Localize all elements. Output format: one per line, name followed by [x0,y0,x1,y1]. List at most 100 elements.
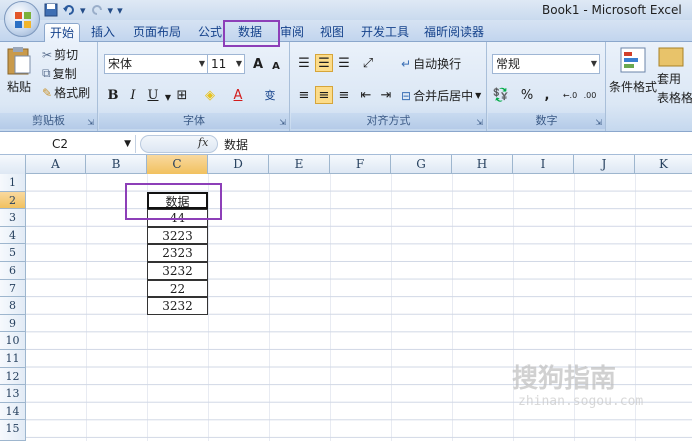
increase-decimal-button[interactable]: ←.0 [560,86,580,104]
conditional-formatting-button[interactable]: 条件格式 [609,46,657,95]
italic-button[interactable]: I [124,86,142,104]
shrink-font-button[interactable]: A [267,57,285,75]
row-header-9[interactable]: 9 [0,314,26,333]
align-right-icon[interactable]: ≡ [335,86,353,104]
column-header-d[interactable]: D [208,155,269,174]
brush-icon: ✎ [42,85,53,100]
number-launcher-icon[interactable]: ⇲ [595,118,602,127]
phonetic-button[interactable]: 变 [261,86,279,104]
watermark-url: zhinan.sogou.com [518,394,644,409]
cell-c4[interactable]: 3223 [147,226,208,245]
align-middle-icon[interactable]: ☰ [315,54,333,72]
paste-button[interactable]: 粘贴 [6,46,32,95]
column-header-e[interactable]: E [269,155,330,174]
column-header-a[interactable]: A [26,155,86,174]
cell-c8[interactable]: 3232 [147,297,208,315]
row-header-3[interactable]: 3 [0,209,26,227]
merge-center-button[interactable]: ⊟ 合并后居中 ▼ [401,87,481,104]
redo-dropdown[interactable]: ▾ [108,4,114,17]
conditional-formatting-label: 条件格式 [609,80,658,94]
cut-button[interactable]: ✂ 剪切 [42,46,78,63]
font-size-combo[interactable]: 11 ▼ [207,54,245,74]
align-bottom-icon[interactable]: ☰ [335,54,353,72]
styles-group: 条件格式 套用 表格格 [607,42,692,131]
cell-c7[interactable]: 22 [147,279,208,298]
row-header-6[interactable]: 6 [0,262,26,280]
border-icon[interactable]: ⊞ [173,86,191,104]
cell-c5[interactable]: 2323 [147,244,208,262]
format-as-table-button[interactable]: 套用 表格格 [657,46,692,106]
undo-icon[interactable] [62,3,76,17]
row-header-5[interactable]: 5 [0,244,26,262]
tab-insert[interactable]: 插入 [88,23,118,42]
font-launcher-icon[interactable]: ⇲ [279,118,286,127]
row-header-1[interactable]: 1 [0,174,26,192]
column-header-k[interactable]: K [635,155,692,174]
cell-c6[interactable]: 3232 [147,262,208,280]
row-header-8[interactable]: 8 [0,297,26,315]
bold-button[interactable]: B [104,86,122,104]
office-button[interactable] [4,1,40,37]
comma-button[interactable]: , [538,86,556,104]
row-header-10[interactable]: 10 [0,332,26,350]
copy-button[interactable]: ⧉ 复制 [42,65,77,82]
row-header-4[interactable]: 4 [0,226,26,245]
number-format-combo[interactable]: 常规 ▼ [492,54,600,74]
align-center-icon[interactable]: ≡ [315,86,333,104]
save-icon[interactable] [44,3,58,17]
row-header-7[interactable]: 7 [0,279,26,298]
chevron-down-icon: ▼ [124,139,131,149]
column-header-i[interactable]: I [513,155,574,174]
format-painter-button[interactable]: ✎ 格式刷 [42,84,90,101]
row-header-11[interactable]: 11 [0,350,26,368]
column-header-c[interactable]: C [147,155,208,174]
column-header-b[interactable]: B [86,155,147,174]
tab-review[interactable]: 审阅 [277,23,307,42]
redo-icon[interactable] [90,3,104,17]
fill-color-icon[interactable]: ◈ [201,86,219,104]
customize-qat-button[interactable]: ▾ [117,4,123,17]
tab-page-layout[interactable]: 页面布局 [130,23,184,42]
row-header-2[interactable]: 2 [0,191,26,210]
orientation-icon[interactable]: ⤢ [359,54,377,72]
grow-font-button[interactable]: A [249,55,267,73]
select-all-corner[interactable] [0,155,26,174]
column-header-f[interactable]: F [330,155,391,174]
formula-input[interactable]: 数据 [224,136,248,153]
percent-button[interactable]: % [518,86,536,104]
column-header-j[interactable]: J [574,155,635,174]
row-header-15[interactable]: 15 [0,420,26,441]
increase-indent-icon[interactable]: ⇥ [377,86,395,104]
shrink-font-label: A [272,60,280,72]
tab-home[interactable]: 开始 [44,23,80,42]
row-header-13[interactable]: 13 [0,385,26,403]
font-name-combo[interactable]: 宋体 ▼ [104,54,208,74]
row-header-14[interactable]: 14 [0,402,26,421]
column-header-h[interactable]: H [452,155,513,174]
align-top-icon[interactable]: ☰ [295,54,313,72]
font-color-icon[interactable]: A [229,86,247,104]
row-header-12[interactable]: 12 [0,367,26,386]
currency-icon[interactable]: 💱 [492,86,510,104]
clipboard-launcher-icon[interactable]: ⇲ [87,118,94,127]
cell-c2-highlight [125,183,222,220]
column-header-g[interactable]: G [391,155,452,174]
decrease-decimal-button[interactable]: .00 [580,86,600,104]
decrease-indent-icon[interactable]: ⇤ [357,86,375,104]
number-group: 常规 ▼ 💱 % , ←.0 .00 数字 ⇲ [488,42,606,131]
chevron-down-icon: ▼ [590,59,597,68]
tab-foxit-reader[interactable]: 福昕阅读器 [423,23,485,42]
clipboard-group: 粘贴 ✂ 剪切 ⧉ 复制 ✎ 格式刷 剪贴板 ⇲ [0,42,98,131]
undo-dropdown[interactable]: ▾ [80,4,86,17]
insert-function-icon[interactable]: fx [198,136,208,149]
alignment-launcher-icon[interactable]: ⇲ [476,118,483,127]
name-box[interactable]: C2 ▼ [0,135,136,153]
wrap-text-button[interactable]: ↵ 自动换行 [401,55,461,72]
paste-icon [7,47,31,75]
number-format-value: 常规 [496,57,521,71]
align-left-icon[interactable]: ≡ [295,86,313,104]
tab-developer[interactable]: 开发工具 [359,23,411,42]
tab-view[interactable]: 视图 [317,23,347,42]
ribbon-tabs: 开始 插入 页面布局 公式 数据 审阅 视图 开发工具 福昕阅读器 [0,20,692,42]
tab-formulas[interactable]: 公式 [195,23,225,42]
